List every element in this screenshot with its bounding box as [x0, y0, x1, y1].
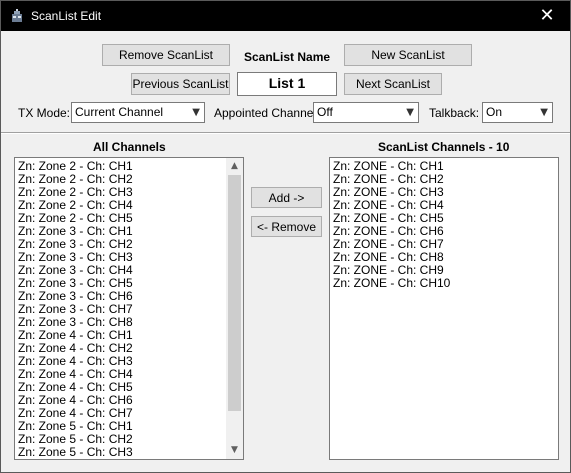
scanlist-channels-list[interactable]: Zn: ZONE - Ch: CH1 Zn: ZONE - Ch: CH2 Zn… [329, 157, 559, 460]
list-item[interactable]: Zn: Zone 5 - Ch: CH3 [15, 446, 243, 459]
all-channels-heading: All Channels [93, 140, 166, 154]
tx-mode-label: TX Mode: [18, 106, 71, 120]
previous-scanlist-button[interactable]: Previous ScanList [131, 73, 230, 95]
appointed-channel-select[interactable]: Off ▼ [313, 102, 419, 123]
add-channel-button[interactable]: Add -> [251, 187, 322, 208]
chevron-down-icon: ▼ [406, 107, 414, 118]
list-item[interactable]: Zn: ZONE - Ch: CH10 [330, 277, 558, 290]
scroll-down-arrow-icon[interactable]: ▼ [226, 442, 243, 459]
appointed-channel-value: Off [317, 105, 333, 119]
close-icon: ✕ [539, 5, 555, 26]
scrollbar-thumb[interactable] [228, 175, 241, 411]
radio-tower-icon [12, 9, 22, 22]
chevron-down-icon: ▼ [540, 107, 548, 118]
scanlist-edit-window: ScanList Edit ✕ Remove ScanList ScanList… [0, 0, 571, 473]
talkback-label: Talkback: [429, 106, 480, 120]
talkback-value: On [486, 105, 503, 119]
next-scanlist-button[interactable]: Next ScanList [344, 73, 442, 95]
all-channels-list[interactable]: Zn: Zone 2 - Ch: CH1 Zn: Zone 2 - Ch: CH… [14, 157, 244, 460]
chevron-down-icon: ▼ [192, 107, 200, 118]
title-bar[interactable]: ScanList Edit ✕ [1, 1, 570, 31]
tx-mode-value: Current Channel [75, 105, 164, 119]
section-divider-highlight [1, 133, 570, 134]
remove-channel-button[interactable]: <- Remove [251, 216, 322, 237]
window-title: ScanList Edit [31, 9, 102, 23]
vertical-scrollbar[interactable]: ▲ ▼ [226, 158, 243, 459]
scanlist-name-label: ScanList Name [244, 50, 331, 64]
scroll-up-arrow-icon[interactable]: ▲ [226, 158, 243, 175]
talkback-select[interactable]: On ▼ [482, 102, 553, 123]
appointed-channel-label: Appointed Channel: [214, 106, 320, 120]
new-scanlist-button[interactable]: New ScanList [344, 44, 472, 66]
close-button[interactable]: ✕ [524, 1, 570, 31]
tx-mode-select[interactable]: Current Channel ▼ [71, 102, 205, 123]
remove-scanlist-button[interactable]: Remove ScanList [102, 44, 230, 66]
scanlist-name-field[interactable]: List 1 [237, 72, 337, 96]
content-area: Remove ScanList ScanList Name New ScanLi… [1, 31, 570, 472]
scanlist-channels-heading: ScanList Channels - 10 [378, 140, 510, 154]
